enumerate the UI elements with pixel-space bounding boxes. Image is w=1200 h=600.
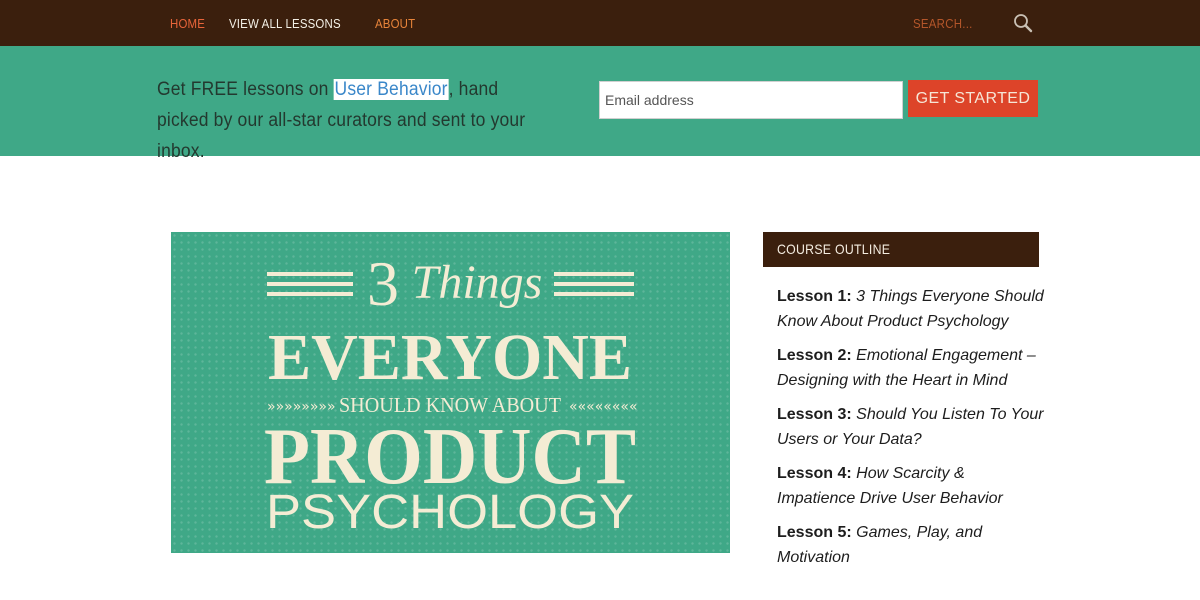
email-input[interactable] xyxy=(599,81,903,119)
nav-view-all-lessons-link[interactable]: VIEW ALL LESSONS xyxy=(229,16,341,31)
lesson-label: Lesson 4: xyxy=(777,465,852,482)
main-nav: HOME VIEW ALL LESSONS ABOUT xyxy=(170,0,415,46)
hero-line-everyone: EVERYONE xyxy=(268,321,632,394)
lesson-label: Lesson 3: xyxy=(777,406,852,423)
pitch-text-before: Get FREE lessons on xyxy=(157,79,334,100)
lesson-item[interactable]: Lesson 3: Should You Listen To Your User… xyxy=(777,402,1047,452)
stripe-decoration-right xyxy=(554,272,634,296)
course-outline-title: COURSE OUTLINE xyxy=(777,241,891,257)
hero-artwork: 3 Things EVERYONE »»»»»»»» «««««««« SHOU… xyxy=(264,248,638,539)
lesson-list: Lesson 1: 3 Things Everyone Should Know … xyxy=(777,284,1047,579)
hero-number: 3 xyxy=(367,248,399,319)
get-started-button[interactable]: GET STARTED xyxy=(908,80,1038,117)
search-icon[interactable] xyxy=(1013,13,1033,33)
signup-pitch: Get FREE lessons on User Behavior, hand … xyxy=(157,74,553,167)
hero-line-psychology: PSYCHOLOGY xyxy=(266,486,634,539)
lesson-label: Lesson 2: xyxy=(777,347,852,364)
lesson-label: Lesson 5: xyxy=(777,524,852,541)
course-outline-header: COURSE OUTLINE xyxy=(763,232,1039,267)
lesson-item[interactable]: Lesson 4: How Scarcity & Impatience Driv… xyxy=(777,461,1047,511)
lesson-label: Lesson 1: xyxy=(777,288,852,305)
lesson-item[interactable]: Lesson 5: Games, Play, and Motivation xyxy=(777,520,1047,570)
stripe-decoration-left xyxy=(267,272,353,296)
search-placeholder[interactable]: SEARCH... xyxy=(913,16,973,31)
lesson-item[interactable]: Lesson 2: Emotional Engagement – Designi… xyxy=(777,343,1047,393)
search-box[interactable]: SEARCH... xyxy=(913,0,1033,46)
hero-script-word: Things xyxy=(412,256,543,309)
nav-about-link[interactable]: ABOUT xyxy=(375,16,415,31)
nav-home-link[interactable]: HOME xyxy=(170,16,205,31)
topic-highlight: User Behavior xyxy=(333,79,449,100)
lesson-item[interactable]: Lesson 1: 3 Things Everyone Should Know … xyxy=(777,284,1047,334)
lesson-hero-image: 3 Things EVERYONE »»»»»»»» «««««««« SHOU… xyxy=(171,232,730,553)
top-nav-bar: HOME VIEW ALL LESSONS ABOUT SEARCH... xyxy=(0,0,1200,46)
